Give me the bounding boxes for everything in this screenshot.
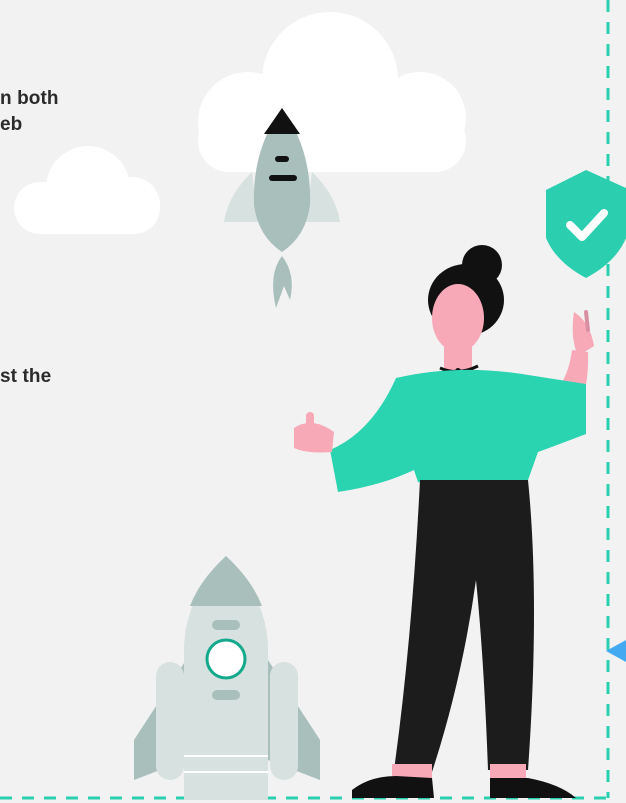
rocket-icon (134, 556, 320, 800)
shield-check-icon (546, 170, 626, 278)
woman-illustration (294, 245, 594, 798)
cloud-icon (198, 12, 466, 172)
cloud-icon (14, 146, 160, 234)
illustration-art (0, 0, 626, 800)
illustration-panel: n both eb st the (0, 0, 626, 803)
arrow-pointer-icon (606, 640, 626, 662)
